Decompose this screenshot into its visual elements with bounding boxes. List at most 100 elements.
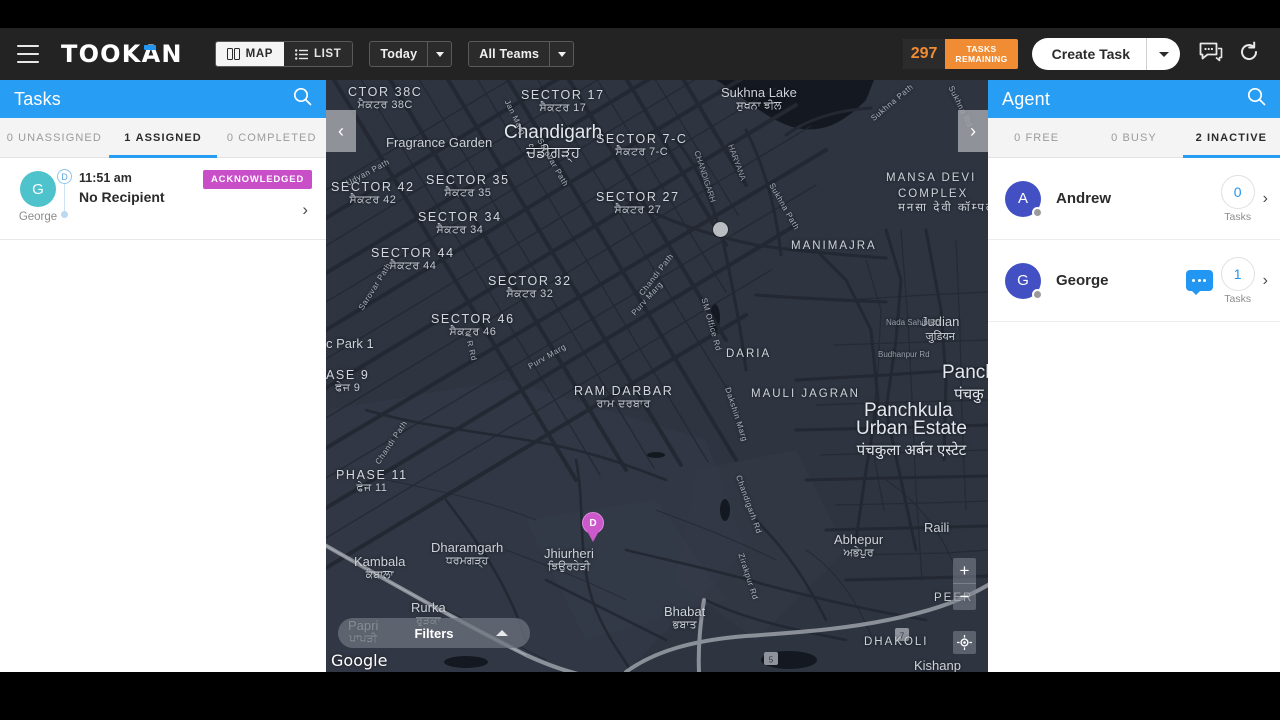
agent-name: George: [1056, 272, 1109, 289]
tab-busy-label: BUSY: [1123, 132, 1157, 144]
list-view-label: LIST: [314, 48, 341, 60]
chat-button[interactable]: [1194, 37, 1228, 71]
map-filters-label: Filters: [414, 626, 453, 641]
map-roads-canvas: 7 5: [326, 80, 988, 672]
create-task-label: Create Task: [1032, 38, 1146, 70]
list-view-button[interactable]: LIST: [284, 42, 352, 66]
tab-assigned-count: 1: [124, 132, 131, 144]
task-time: 11:51 am: [79, 171, 132, 185]
tasks-search-icon[interactable]: [293, 87, 312, 111]
tab-completed-label: COMPLETED: [238, 132, 316, 144]
tab-inactive-label: INACTIVE: [1207, 132, 1267, 144]
chevron-right-icon[interactable]: ›: [1263, 190, 1268, 208]
tab-completed-count: 0: [227, 132, 234, 144]
zoom-in-button[interactable]: +: [953, 558, 976, 584]
agent-task-count[interactable]: 1 Tasks: [1221, 257, 1255, 305]
create-task-button[interactable]: Create Task: [1032, 38, 1180, 70]
tab-free[interactable]: 0 FREE: [988, 118, 1085, 157]
tab-busy-count: 0: [1111, 132, 1118, 144]
tab-assigned[interactable]: 1 ASSIGNED: [109, 118, 218, 157]
chat-icon: [1199, 42, 1223, 67]
agent-panel-title: Agent: [1002, 89, 1050, 110]
chevron-right-icon[interactable]: ›: [302, 200, 308, 220]
map-view[interactable]: 7 5 CTOR 38Cਮੈਕਟਰ 38CSECTOR 17ਸੈਕਟਰ 17Su…: [326, 80, 988, 672]
avatar: G: [20, 171, 56, 207]
tab-unassigned-count: 0: [7, 132, 14, 144]
tasks-remaining-line2: REMAINING: [955, 54, 1007, 64]
list-icon: [295, 49, 308, 60]
agent-chat-icon[interactable]: [1186, 270, 1213, 291]
create-task-caret[interactable]: [1146, 38, 1180, 70]
tasks-remaining-count: 297: [903, 39, 946, 69]
map-pin-tip: [587, 531, 599, 542]
tasks-tab-bar: 0 UNASSIGNED 1 ASSIGNED 0 COMPLETED: [0, 118, 326, 158]
chevron-right-icon[interactable]: ›: [1263, 272, 1268, 290]
agent-status-dot: [1032, 289, 1043, 300]
tookan-app: TOOKAN MAP LIST Today All Teams: [0, 28, 1280, 672]
team-filter-caret[interactable]: [549, 42, 573, 66]
map-filters-button[interactable]: Filters: [338, 618, 530, 648]
chevron-down-icon: [1159, 52, 1169, 57]
tab-free-label: FREE: [1025, 132, 1059, 144]
map-view-button[interactable]: MAP: [216, 42, 284, 66]
avatar-initial: G: [1017, 272, 1029, 289]
agent-row-actions: 1 Tasks ›: [1186, 240, 1268, 321]
task-type-badge: D: [57, 169, 72, 184]
tasks-remaining-label: TASKS REMAINING: [945, 39, 1017, 69]
view-mode-toggle: MAP LIST: [215, 41, 354, 67]
agent-panel-header: Agent: [988, 80, 1280, 118]
avatar: G: [1005, 263, 1041, 299]
locate-icon[interactable]: [953, 631, 976, 654]
hamburger-line: [17, 53, 39, 55]
agent-row-actions: 0 Tasks ›: [1221, 158, 1268, 239]
agent-task-count-label: Tasks: [1221, 211, 1255, 223]
tab-unassigned[interactable]: 0 UNASSIGNED: [0, 118, 109, 157]
task-recipient: No Recipient: [79, 189, 165, 205]
agent-status-dot: [1032, 207, 1043, 218]
agent-task-count-value: 1: [1221, 257, 1255, 291]
tab-busy[interactable]: 0 BUSY: [1085, 118, 1182, 157]
team-filter-dropdown[interactable]: All Teams: [468, 41, 574, 67]
tookan-logo[interactable]: TOOKAN: [61, 40, 183, 68]
date-filter-caret[interactable]: [427, 42, 451, 66]
tab-completed[interactable]: 0 COMPLETED: [217, 118, 326, 157]
agent-name: Andrew: [1056, 190, 1111, 207]
zoom-out-button[interactable]: −: [953, 584, 976, 610]
tab-assigned-label: ASSIGNED: [136, 132, 202, 144]
chat-dots: [1192, 279, 1206, 282]
tab-inactive[interactable]: 2 INACTIVE: [1183, 118, 1280, 157]
agent-row[interactable]: A Andrew 0 Tasks ›: [988, 158, 1280, 240]
agent-task-count-label: Tasks: [1221, 293, 1255, 305]
chevron-left-icon: ‹: [338, 121, 344, 142]
tasks-remaining-line1: TASKS: [966, 44, 996, 54]
task-timeline-end-dot: [61, 211, 68, 218]
map-icon: [227, 48, 240, 60]
logo-text-post: N: [161, 40, 182, 68]
chevron-down-icon: [436, 52, 444, 57]
agent-row[interactable]: G George 1 Tasks ›: [988, 240, 1280, 322]
map-position-dot[interactable]: [713, 222, 728, 237]
agent-task-count[interactable]: 0 Tasks: [1221, 175, 1255, 223]
collapse-agent-panel-button[interactable]: ›: [958, 110, 988, 152]
avatar-initial: G: [32, 181, 44, 198]
refresh-button[interactable]: [1232, 37, 1266, 71]
map-task-pin[interactable]: D: [582, 512, 604, 542]
tasks-panel: Tasks 0 UNASSIGNED 1 ASSIGNED 0 COMPLETE…: [0, 80, 326, 672]
agent-search-icon[interactable]: [1247, 87, 1266, 111]
svg-text:5: 5: [769, 656, 774, 665]
avatar-initial: A: [1018, 190, 1028, 207]
date-filter-label: Today: [370, 42, 427, 66]
task-row[interactable]: G George D 11:51 am No Recipient ACKNOWL…: [0, 158, 326, 240]
agent-tab-bar: 0 FREE 0 BUSY 2 INACTIVE: [988, 118, 1280, 158]
chevron-down-icon: [558, 52, 566, 57]
collapse-tasks-panel-button[interactable]: ‹: [326, 110, 356, 152]
task-agent-name: George: [10, 211, 66, 223]
hamburger-menu-icon[interactable]: [17, 45, 41, 63]
hamburger-line: [17, 61, 39, 63]
caret-up-icon: [496, 630, 508, 636]
date-filter-dropdown[interactable]: Today: [369, 41, 452, 67]
agent-task-count-value: 0: [1221, 175, 1255, 209]
top-navigation-bar: TOOKAN MAP LIST Today All Teams: [0, 28, 1280, 80]
tasks-remaining-badge[interactable]: 297 TASKS REMAINING: [903, 39, 1018, 69]
agent-panel: Agent 0 FREE 0 BUSY 2 INACTIVE A Andrew: [988, 80, 1280, 672]
